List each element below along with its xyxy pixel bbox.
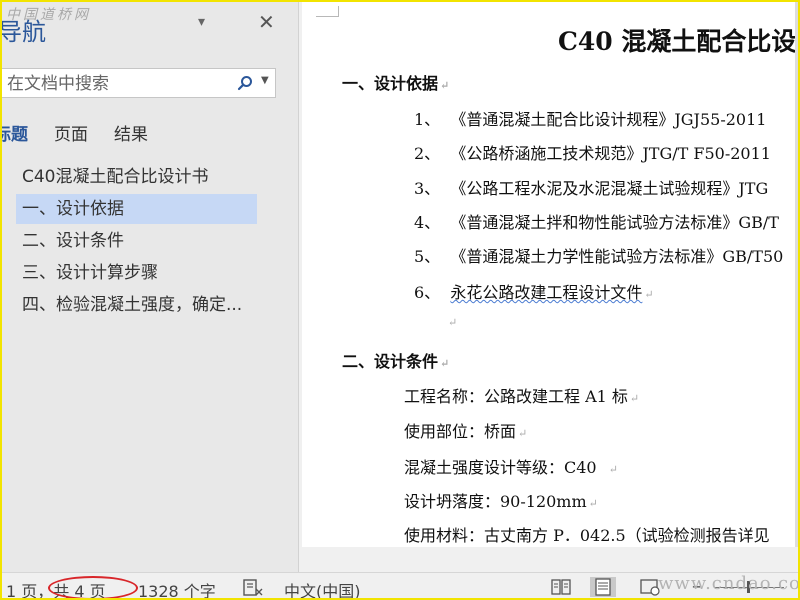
status-bar: 1 页，共 4 页 1328 个字 中文(中国) – www.cndao.co — [2, 572, 800, 598]
navigation-title: 导航 — [2, 18, 46, 46]
print-layout-icon — [595, 578, 611, 596]
list-item: 5、 《普通混凝土力学性能试验方法标准》GB/T50 — [414, 247, 784, 266]
document-title: C40 混凝土配合比设计 — [558, 27, 798, 56]
page-corner-mark — [316, 6, 339, 17]
search-box: ▼ — [2, 68, 276, 98]
read-mode-icon[interactable] — [548, 577, 574, 597]
section-heading-design-conditions: 二、设计条件 ↵ — [342, 352, 450, 371]
watermark-bottom: www.cndao.com — [658, 573, 800, 594]
list-item: 3、 《公路工程水泥及水泥混凝土试验规程》JTG — [414, 179, 769, 198]
close-pane-close-icon[interactable]: ✕ — [258, 10, 275, 34]
search-icon[interactable] — [237, 75, 253, 91]
language-status[interactable]: 中文(中国) — [284, 578, 361, 598]
document-page[interactable]: C40 混凝土配合比设计 一、设计依据 ↵ 1、 《普通混凝土配合比设计规程》JG… — [302, 2, 798, 547]
search-options-chevron-down-icon[interactable]: ▼ — [261, 75, 269, 86]
heading-item-strength-verification[interactable]: 四、检验混凝土强度，确定... — [16, 290, 257, 320]
condition-line: 设计坍落度：90-120mm ↵ — [404, 492, 598, 511]
empty-paragraph-mark: ↵ — [448, 316, 458, 329]
search-input[interactable] — [5, 72, 229, 96]
list-item: 1、 《普通混凝土配合比设计规程》JGJ55-2011 — [414, 110, 767, 129]
document-area: C40 混凝土配合比设计 一、设计依据 ↵ 1、 《普通混凝土配合比设计规程》JG… — [299, 2, 798, 572]
heading-item-calculation-steps[interactable]: 三、设计计算步骤 — [16, 258, 257, 288]
list-item: 6、 永花公路改建工程设计文件 ↵ — [414, 283, 654, 302]
heading-item-document-title[interactable]: C40混凝土配合比设计书 — [16, 162, 257, 192]
vertical-scrollbar[interactable] — [795, 2, 798, 547]
navigation-pane: 中国道桥网 导航 ▾ ✕ ▼ 标题 页面 结果 C40混凝土配合比设计书 一、设… — [2, 2, 299, 572]
heading-item-design-basis[interactable]: 一、设计依据 — [16, 194, 257, 224]
heading-item-design-conditions[interactable]: 二、设计条件 — [16, 226, 257, 256]
list-item: 2、 《公路桥涵施工技术规范》JTG/T F50-2011 — [414, 144, 771, 163]
word-count-status[interactable]: 1328 个字 — [138, 578, 216, 598]
condition-line: 使用部位：桥面 ↵ — [404, 422, 528, 441]
condition-line: 使用材料：古丈南方 P．042.5（试验检测报告详见 — [404, 526, 770, 545]
app-window: 中国道桥网 导航 ▾ ✕ ▼ 标题 页面 结果 C40混凝土配合比设计书 一、设… — [0, 0, 800, 600]
tab-headings[interactable]: 标题 — [2, 120, 28, 145]
section-heading-design-basis: 一、设计依据 ↵ — [342, 74, 450, 93]
condition-line: 混凝土强度设计等级：C40 ↵ — [404, 458, 618, 477]
annotation-ellipse — [48, 576, 138, 598]
proofing-icon[interactable] — [242, 579, 264, 597]
pane-options-chevron-down-icon[interactable]: ▾ — [198, 14, 205, 30]
tab-pages[interactable]: 页面 — [54, 120, 88, 145]
print-layout-button[interactable] — [590, 577, 616, 597]
list-item: 4、 《普通混凝土拌和物性能试验方法标准》GB/T — [414, 213, 779, 232]
condition-line: 工程名称：公路改建工程 A1 标 ↵ — [404, 387, 640, 406]
tab-results[interactable]: 结果 — [114, 120, 148, 145]
